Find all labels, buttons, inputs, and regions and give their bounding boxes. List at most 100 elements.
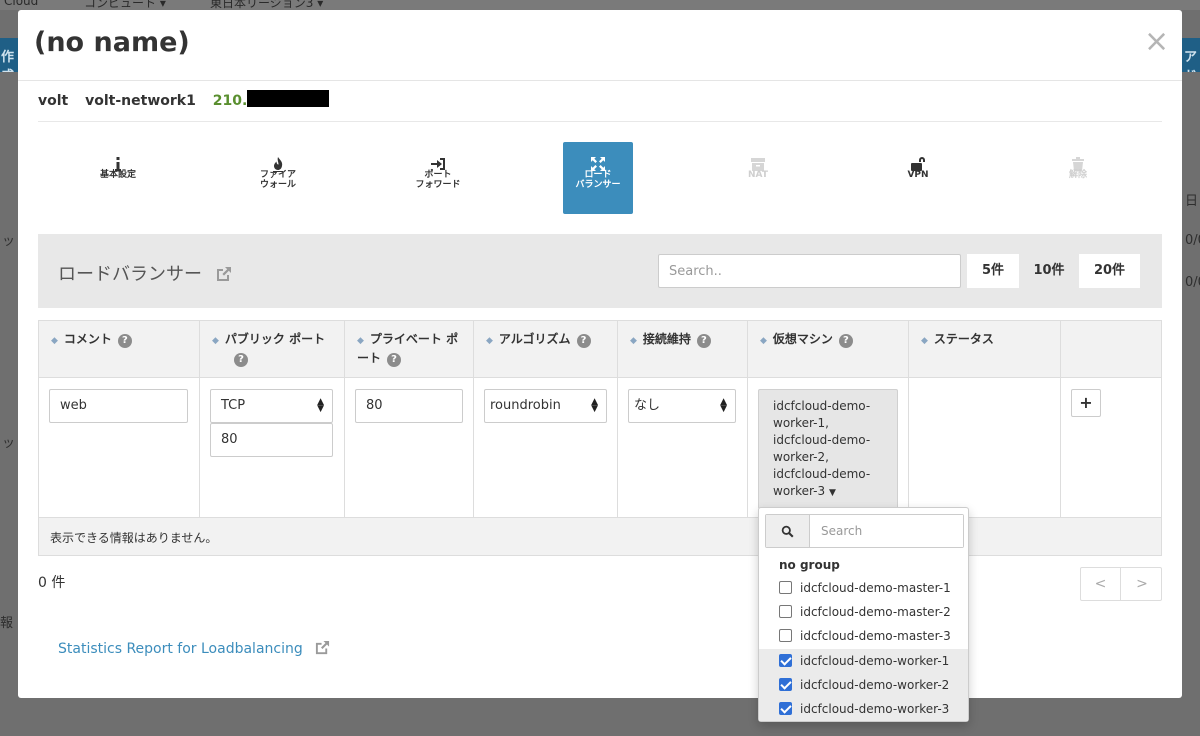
bg-brand: Cloud (4, 0, 39, 8)
vm-group-label: no group (779, 558, 840, 572)
prev-page-button[interactable]: < (1081, 568, 1121, 600)
empty-message: 表示できる情報はありません。 (39, 518, 1161, 555)
cell-status (909, 378, 1061, 518)
cell-private-port: 80 (345, 378, 474, 518)
column-header-status[interactable]: ◆ ステータス (909, 321, 1061, 378)
tab-load-balancer[interactable]: ロード バランサー (563, 142, 633, 214)
sort-icon: ◆ (630, 336, 637, 346)
vm-option[interactable]: idcfcloud-demo-master-1 (759, 576, 968, 600)
bg-add-button: アド (1182, 38, 1200, 72)
vm-option[interactable]: idcfcloud-demo-master-2 (759, 600, 968, 624)
page-size-20[interactable]: 20件 (1079, 254, 1140, 288)
cell-vm: idcfcloud-demo-worker-1, idcfcloud-demo-… (748, 378, 909, 518)
help-icon[interactable]: ? (576, 334, 591, 348)
vm-option-label: idcfcloud-demo-master-1 (800, 581, 951, 595)
protocol-select[interactable]: TCP ▲ ▼ (210, 389, 333, 423)
statistics-report-label: Statistics Report for Loadbalancing (58, 641, 303, 657)
bg-fragment: 日 (1185, 194, 1199, 209)
comment-input[interactable]: web (49, 389, 188, 423)
bg-fragment: 報 (0, 616, 14, 631)
column-header-algorithm[interactable]: ◆ アルゴリズム? (474, 321, 618, 378)
page-size-10[interactable]: 10件 (1019, 254, 1079, 288)
network-name: volt-network1 (85, 93, 196, 109)
trash-icon (1043, 142, 1113, 171)
tab-basic-settings[interactable]: 基本設定 (83, 142, 153, 214)
sort-icon: ◆ (921, 336, 928, 346)
vm-selected-values: idcfcloud-demo-worker-1, idcfcloud-demo-… (773, 399, 871, 498)
tab-label: NAT (748, 170, 768, 180)
column-header-comment[interactable]: ◆ コメント? (39, 321, 200, 378)
help-icon[interactable]: ? (838, 334, 853, 348)
bg-fragment: ッ (2, 436, 16, 451)
vm-option[interactable]: idcfcloud-demo-worker-3 (759, 697, 968, 721)
table-header: ◆ コメント? ◆ パブリック ポート? ◆ プライベート ポート? ◆ アルゴリズム?… (39, 321, 1161, 378)
cell-public-port: TCP ▲ ▼ 80 (200, 378, 345, 518)
column-header-public-port[interactable]: ◆ パブリック ポート? (200, 321, 345, 378)
help-icon[interactable]: ? (387, 353, 402, 367)
algorithm-select[interactable]: roundrobin ▲ ▼ (484, 389, 607, 423)
external-link-icon[interactable] (216, 266, 232, 287)
vm-option-label: idcfcloud-demo-worker-2 (800, 678, 950, 692)
help-icon[interactable]: ? (117, 334, 132, 348)
column-header-vm[interactable]: ◆ 仮想マシン? (748, 321, 909, 378)
tab-vpn[interactable]: VPN (883, 142, 953, 214)
vm-option[interactable]: idcfcloud-demo-master-3 (759, 624, 968, 648)
help-icon[interactable]: ? (234, 353, 248, 367)
close-icon[interactable]: × (1144, 27, 1169, 57)
tab-nat: NAT (723, 142, 793, 214)
algorithm-value: roundrobin (490, 398, 561, 413)
pagination: < > (1080, 567, 1162, 601)
column-header-actions (1061, 321, 1161, 378)
select-arrows-icon: ▲ ▼ (720, 397, 727, 414)
sort-icon: ◆ (51, 336, 58, 346)
tab-label: 解除 (1068, 170, 1087, 180)
column-header-persistence[interactable]: ◆ 接続維持? (618, 321, 748, 378)
statistics-report-link[interactable]: Statistics Report for Loadbalancing (58, 640, 330, 659)
add-rule-button[interactable]: + (1071, 389, 1101, 417)
help-icon[interactable]: ? (696, 334, 711, 348)
sort-icon: ◆ (357, 336, 364, 346)
sort-icon: ◆ (212, 336, 219, 346)
external-link-icon (315, 640, 330, 659)
column-label: プライベート ポート (357, 332, 459, 365)
cell-algorithm: roundrobin ▲ ▼ (474, 378, 618, 518)
checkbox[interactable] (779, 581, 792, 594)
loadbalancer-modal: (no name) × volt volt-network1 210. 基本設定… (18, 10, 1182, 698)
page-size-5[interactable]: 5件 (967, 254, 1019, 288)
vm-search-input[interactable] (811, 515, 963, 547)
network-ip: 210. (212, 93, 248, 109)
checkbox[interactable] (779, 629, 792, 642)
column-label: パブリック ポート (224, 332, 326, 346)
vm-option-label: idcfcloud-demo-master-2 (800, 605, 951, 619)
tab-label: ポート (424, 170, 452, 180)
persistence-select[interactable]: なし ▲ ▼ (628, 389, 736, 423)
bg-fragment: ッ (2, 234, 16, 249)
checkbox[interactable] (779, 605, 792, 618)
next-page-button[interactable]: > (1122, 568, 1162, 600)
info-icon (83, 142, 153, 171)
network-info: volt volt-network1 210. (38, 90, 1162, 122)
checkbox[interactable] (779, 654, 792, 667)
column-label: 仮想マシン (772, 332, 833, 346)
caret-down-icon: ▼ (828, 488, 836, 498)
vm-multiselect[interactable]: idcfcloud-demo-worker-1, idcfcloud-demo-… (758, 389, 898, 509)
checkbox[interactable] (779, 678, 792, 691)
private-port-input[interactable]: 80 (355, 389, 463, 423)
modal-title: (no name) (34, 27, 190, 58)
public-port-input[interactable]: 80 (210, 423, 333, 457)
network-owner: volt (38, 93, 69, 109)
loadbalancer-panel-header: ロードバランサー 5件 10件 20件 (38, 234, 1162, 308)
tab-firewall[interactable]: ファイア ウォール (243, 142, 313, 214)
column-header-private-port[interactable]: ◆ プライベート ポート? (345, 321, 474, 378)
tab-label: 基本設定 (99, 170, 136, 180)
vm-option[interactable]: idcfcloud-demo-worker-1 (759, 649, 968, 673)
checkbox[interactable] (779, 702, 792, 715)
panel-title: ロードバランサー (58, 260, 232, 287)
sort-icon: ◆ (760, 336, 767, 346)
vm-option[interactable]: idcfcloud-demo-worker-2 (759, 673, 968, 697)
tab-label: ロード (584, 170, 612, 180)
search-input[interactable] (658, 254, 961, 288)
tab-port-forward[interactable]: ポート フォワード (403, 142, 473, 214)
protocol-value: TCP (221, 398, 246, 413)
search-icon[interactable] (766, 515, 810, 547)
